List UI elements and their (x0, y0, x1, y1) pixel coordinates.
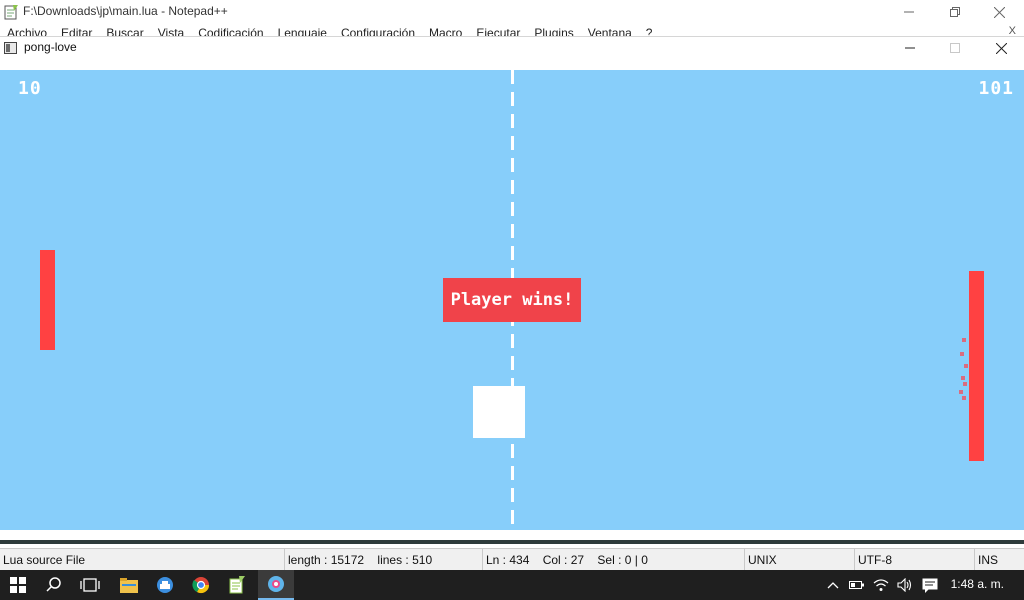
status-length: length : 15172 (288, 553, 365, 567)
menu-ventana[interactable]: Ventana (588, 26, 632, 36)
volume-icon[interactable] (894, 570, 916, 600)
ball (473, 386, 525, 438)
windows-start-icon[interactable] (0, 570, 36, 600)
status-insert-mode: INS (974, 549, 1024, 571)
document-close-button[interactable]: X (1009, 26, 1016, 36)
winner-text: Player wins! (450, 290, 574, 310)
battery-icon[interactable] (846, 570, 868, 600)
particle (962, 338, 966, 342)
status-eol[interactable]: UNIX (744, 549, 854, 571)
window-bottom-border (0, 530, 1024, 540)
status-file-type: Lua source File (3, 553, 86, 567)
particle (962, 396, 966, 400)
editor-divider (0, 540, 1024, 544)
status-cursor: Ln : 434 Col : 27 Sel : 0 | 0 (482, 549, 744, 571)
left-paddle (40, 250, 55, 350)
status-lines: lines : 510 (377, 553, 433, 567)
status-col: Col : 27 (542, 553, 585, 567)
chrome-icon[interactable] (183, 570, 219, 600)
task-view-icon[interactable] (72, 570, 108, 600)
menu-vista[interactable]: Vista (158, 26, 184, 36)
close-icon[interactable] (976, 2, 1022, 22)
file-explorer-icon[interactable] (111, 570, 147, 600)
love-window-title: pong-love (24, 40, 77, 54)
notifications-icon[interactable] (918, 570, 942, 600)
particle (964, 364, 968, 368)
menu-help[interactable]: ? (646, 26, 653, 36)
browser-icon[interactable] (147, 570, 183, 600)
menu-macro[interactable]: Macro (429, 26, 462, 36)
status-length-lines: length : 15172 lines : 510 (284, 549, 482, 571)
menu-codificacion[interactable]: Codificación (198, 26, 263, 36)
particle (961, 376, 965, 380)
menu-items: Archivo Editar Buscar Vista Codificación… (7, 26, 666, 36)
minimize-icon[interactable] (887, 37, 933, 59)
chevron-up-icon[interactable] (822, 570, 844, 600)
notepadpp-icon[interactable] (219, 570, 255, 600)
minimize-icon[interactable] (886, 2, 932, 22)
game-canvas[interactable]: 10 101 Player wins! (0, 70, 1024, 530)
wifi-icon[interactable] (870, 570, 892, 600)
restore-icon[interactable] (932, 2, 978, 22)
notepadpp-titlebar: F:\Downloads\jp\main.lua - Notepad++ (0, 0, 1024, 26)
close-icon[interactable] (978, 37, 1024, 59)
taskbar-clock[interactable]: 1:48 a. m. (951, 570, 1004, 600)
status-encoding[interactable]: UTF-8 (854, 549, 974, 571)
menu-buscar[interactable]: Buscar (106, 26, 143, 36)
notepadpp-statusbar: Lua source File length : 15172 lines : 5… (0, 548, 1024, 571)
windows-taskbar: 1:48 a. m. (0, 570, 1024, 600)
status-sel: Sel : 0 | 0 (597, 553, 648, 567)
notepadpp-window-title: F:\Downloads\jp\main.lua - Notepad++ (23, 4, 228, 18)
hit-particles (958, 338, 970, 402)
particle (959, 390, 963, 394)
love-icon[interactable] (258, 570, 294, 600)
love-titlebar: pong-love (0, 36, 1024, 59)
player-score: 10 (18, 78, 42, 99)
particle (963, 382, 967, 386)
status-ln: Ln : 434 (486, 553, 530, 567)
winner-banner: Player wins! (443, 278, 581, 322)
notepadpp-app-icon (4, 5, 18, 20)
menu-plugins[interactable]: Plugins (534, 26, 573, 36)
search-icon[interactable] (36, 570, 72, 600)
particle (960, 352, 964, 356)
right-paddle (969, 271, 984, 461)
menu-archivo[interactable]: Archivo (7, 26, 47, 36)
menu-ejecutar[interactable]: Ejecutar (476, 26, 520, 36)
love-window-icon (4, 42, 17, 54)
menu-lenguaje[interactable]: Lenguaje (278, 26, 327, 36)
menu-configuracion[interactable]: Configuración (341, 26, 415, 36)
menu-editar[interactable]: Editar (61, 26, 92, 36)
notepadpp-menubar: Archivo Editar Buscar Vista Codificación… (0, 26, 1024, 36)
opponent-score: 101 (978, 78, 1014, 99)
maximize-icon (932, 37, 978, 59)
